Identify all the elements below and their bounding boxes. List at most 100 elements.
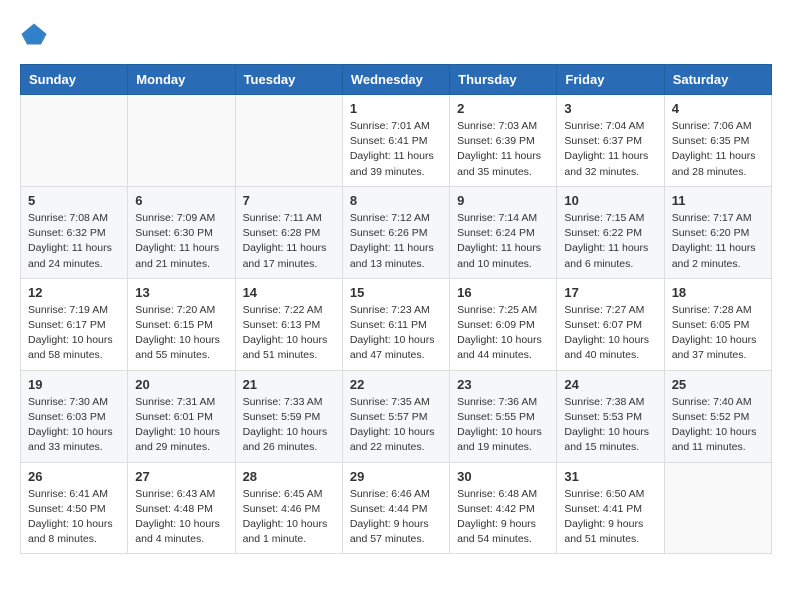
day-cell-1: 1 Sunrise: 7:01 AM Sunset: 6:41 PM Daylig… [342, 95, 449, 187]
day-number: 19 [28, 377, 120, 392]
day-cell-24: 24 Sunrise: 7:38 AM Sunset: 5:53 PM Dayli… [557, 370, 664, 462]
day-info: Sunrise: 6:43 AM Sunset: 4:48 PM Dayligh… [135, 487, 227, 548]
day-number: 31 [564, 469, 656, 484]
day-cell-9: 9 Sunrise: 7:14 AM Sunset: 6:24 PM Daylig… [450, 186, 557, 278]
day-cell-2: 2Sunrise: 7:03 AM Sunset: 6:39 PM Daylig… [450, 95, 557, 187]
logo [20, 20, 50, 48]
day-number: 29 [350, 469, 442, 484]
day-number: 11 [672, 193, 764, 208]
day-info: Sunrise: 7:40 AM Sunset: 5:52 PM Dayligh… [672, 395, 764, 456]
day-info: Sunrise: 6:48 AM Sunset: 4:42 PM Dayligh… [457, 487, 549, 548]
day-number: 15 [350, 285, 442, 300]
week-row-3: 12Sunrise: 7:19 AM Sunset: 6:17 PM Dayli… [21, 278, 772, 370]
day-number: 4 [672, 101, 764, 116]
day-cell-7: 7 Sunrise: 7:11 AM Sunset: 6:28 PM Daylig… [235, 186, 342, 278]
day-info: Sunrise: 7:06 AM Sunset: 6:35 PM Dayligh… [672, 119, 764, 180]
day-info: Sunrise: 7:09 AM Sunset: 6:30 PM Dayligh… [135, 211, 227, 272]
day-info: Sunrise: 7:27 AM Sunset: 6:07 PM Dayligh… [564, 303, 656, 364]
day-info: Sunrise: 7:31 AM Sunset: 6:01 PM Dayligh… [135, 395, 227, 456]
day-cell-23: 23Sunrise: 7:36 AM Sunset: 5:55 PM Dayli… [450, 370, 557, 462]
day-info: Sunrise: 7:12 AM Sunset: 6:26 PM Dayligh… [350, 211, 442, 272]
day-cell-8: 8 Sunrise: 7:12 AM Sunset: 6:26 PM Daylig… [342, 186, 449, 278]
day-info: Sunrise: 7:25 AM Sunset: 6:09 PM Dayligh… [457, 303, 549, 364]
day-cell-26: 26 Sunrise: 6:41 AM Sunset: 4:50 PM Dayli… [21, 462, 128, 554]
week-row-4: 19Sunrise: 7:30 AM Sunset: 6:03 PM Dayli… [21, 370, 772, 462]
day-info: Sunrise: 7:19 AM Sunset: 6:17 PM Dayligh… [28, 303, 120, 364]
day-number: 16 [457, 285, 549, 300]
day-cell-3: 3 Sunrise: 7:04 AM Sunset: 6:37 PM Daylig… [557, 95, 664, 187]
day-cell-14: 14 Sunrise: 7:22 AM Sunset: 6:13 PM Dayli… [235, 278, 342, 370]
day-number: 26 [28, 469, 120, 484]
day-number: 1 [350, 101, 442, 116]
weekday-header-sunday: Sunday [21, 65, 128, 95]
empty-cell [128, 95, 235, 187]
day-info: Sunrise: 7:20 AM Sunset: 6:15 PM Dayligh… [135, 303, 227, 364]
day-number: 22 [350, 377, 442, 392]
day-info: Sunrise: 7:15 AM Sunset: 6:22 PM Dayligh… [564, 211, 656, 272]
day-info: Sunrise: 7:33 AM Sunset: 5:59 PM Dayligh… [243, 395, 335, 456]
day-number: 21 [243, 377, 335, 392]
day-cell-31: 31 Sunrise: 6:50 AM Sunset: 4:41 PM Dayli… [557, 462, 664, 554]
weekday-header-wednesday: Wednesday [342, 65, 449, 95]
day-info: Sunrise: 7:36 AM Sunset: 5:55 PM Dayligh… [457, 395, 549, 456]
day-number: 10 [564, 193, 656, 208]
logo-icon [20, 20, 48, 48]
week-row-2: 5 Sunrise: 7:08 AM Sunset: 6:32 PM Daylig… [21, 186, 772, 278]
day-info: Sunrise: 7:01 AM Sunset: 6:41 PM Dayligh… [350, 119, 442, 180]
day-cell-12: 12Sunrise: 7:19 AM Sunset: 6:17 PM Dayli… [21, 278, 128, 370]
day-cell-6: 6 Sunrise: 7:09 AM Sunset: 6:30 PM Daylig… [128, 186, 235, 278]
day-cell-29: 29 Sunrise: 6:46 AM Sunset: 4:44 PM Dayli… [342, 462, 449, 554]
day-number: 7 [243, 193, 335, 208]
day-number: 17 [564, 285, 656, 300]
day-number: 3 [564, 101, 656, 116]
weekday-header-saturday: Saturday [664, 65, 771, 95]
day-info: Sunrise: 7:14 AM Sunset: 6:24 PM Dayligh… [457, 211, 549, 272]
day-info: Sunrise: 6:46 AM Sunset: 4:44 PM Dayligh… [350, 487, 442, 548]
day-cell-27: 27 Sunrise: 6:43 AM Sunset: 4:48 PM Dayli… [128, 462, 235, 554]
day-info: Sunrise: 7:22 AM Sunset: 6:13 PM Dayligh… [243, 303, 335, 364]
page-header [20, 20, 772, 48]
day-number: 6 [135, 193, 227, 208]
day-cell-25: 25 Sunrise: 7:40 AM Sunset: 5:52 PM Dayli… [664, 370, 771, 462]
day-info: Sunrise: 7:35 AM Sunset: 5:57 PM Dayligh… [350, 395, 442, 456]
day-number: 5 [28, 193, 120, 208]
day-cell-15: 15 Sunrise: 7:23 AM Sunset: 6:11 PM Dayli… [342, 278, 449, 370]
day-number: 25 [672, 377, 764, 392]
day-number: 27 [135, 469, 227, 484]
day-cell-10: 10 Sunrise: 7:15 AM Sunset: 6:22 PM Dayli… [557, 186, 664, 278]
calendar: SundayMondayTuesdayWednesdayThursdayFrid… [20, 64, 772, 554]
day-number: 24 [564, 377, 656, 392]
day-info: Sunrise: 7:38 AM Sunset: 5:53 PM Dayligh… [564, 395, 656, 456]
day-cell-30: 30 Sunrise: 6:48 AM Sunset: 4:42 PM Dayli… [450, 462, 557, 554]
day-info: Sunrise: 7:17 AM Sunset: 6:20 PM Dayligh… [672, 211, 764, 272]
day-number: 28 [243, 469, 335, 484]
weekday-header-tuesday: Tuesday [235, 65, 342, 95]
day-cell-11: 11 Sunrise: 7:17 AM Sunset: 6:20 PM Dayli… [664, 186, 771, 278]
day-info: Sunrise: 7:04 AM Sunset: 6:37 PM Dayligh… [564, 119, 656, 180]
day-info: Sunrise: 6:41 AM Sunset: 4:50 PM Dayligh… [28, 487, 120, 548]
day-info: Sunrise: 7:08 AM Sunset: 6:32 PM Dayligh… [28, 211, 120, 272]
day-number: 14 [243, 285, 335, 300]
weekday-header-friday: Friday [557, 65, 664, 95]
weekday-header-monday: Monday [128, 65, 235, 95]
week-row-5: 26 Sunrise: 6:41 AM Sunset: 4:50 PM Dayli… [21, 462, 772, 554]
day-number: 9 [457, 193, 549, 208]
weekday-header-thursday: Thursday [450, 65, 557, 95]
day-info: Sunrise: 7:11 AM Sunset: 6:28 PM Dayligh… [243, 211, 335, 272]
day-number: 30 [457, 469, 549, 484]
day-cell-19: 19Sunrise: 7:30 AM Sunset: 6:03 PM Dayli… [21, 370, 128, 462]
day-cell-28: 28Sunrise: 6:45 AM Sunset: 4:46 PM Dayli… [235, 462, 342, 554]
day-info: Sunrise: 7:23 AM Sunset: 6:11 PM Dayligh… [350, 303, 442, 364]
day-cell-16: 16 Sunrise: 7:25 AM Sunset: 6:09 PM Dayli… [450, 278, 557, 370]
empty-cell [21, 95, 128, 187]
day-number: 8 [350, 193, 442, 208]
day-number: 20 [135, 377, 227, 392]
day-cell-22: 22 Sunrise: 7:35 AM Sunset: 5:57 PM Dayli… [342, 370, 449, 462]
day-info: Sunrise: 6:50 AM Sunset: 4:41 PM Dayligh… [564, 487, 656, 548]
day-cell-13: 13Sunrise: 7:20 AM Sunset: 6:15 PM Dayli… [128, 278, 235, 370]
week-row-1: 1 Sunrise: 7:01 AM Sunset: 6:41 PM Daylig… [21, 95, 772, 187]
weekday-header-row: SundayMondayTuesdayWednesdayThursdayFrid… [21, 65, 772, 95]
day-cell-21: 21 Sunrise: 7:33 AM Sunset: 5:59 PM Dayli… [235, 370, 342, 462]
day-cell-18: 18Sunrise: 7:28 AM Sunset: 6:05 PM Dayli… [664, 278, 771, 370]
day-info: Sunrise: 7:28 AM Sunset: 6:05 PM Dayligh… [672, 303, 764, 364]
